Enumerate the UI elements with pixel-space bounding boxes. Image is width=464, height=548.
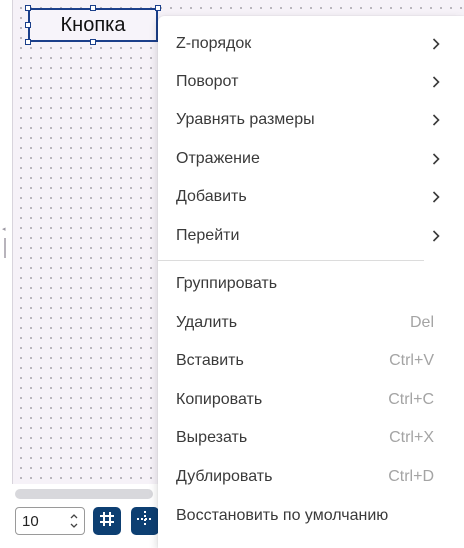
menu-item-label: Z-порядок	[176, 35, 252, 52]
menu-item-shortcut: Ctrl+C	[388, 391, 434, 408]
menu-item-go-to[interactable]: Перейти	[158, 217, 464, 255]
canvas-button-widget[interactable]: Кнопка	[28, 8, 158, 42]
chevron-right-icon	[432, 38, 440, 50]
menu-item-label: Группировать	[176, 275, 278, 292]
menu-item-rotate[interactable]: Поворот	[158, 63, 464, 101]
chevron-right-icon	[432, 76, 440, 88]
menu-item-shortcut: Ctrl+D	[388, 468, 434, 485]
menu-item-mirror[interactable]: Отражение	[158, 140, 464, 178]
panel-collapse-handle[interactable]: ◂	[2, 226, 8, 260]
chevron-right-icon	[432, 191, 440, 203]
snap-crosshair-icon	[136, 510, 154, 533]
menu-item-label: Отражение	[176, 150, 260, 167]
resize-handle-bottom-left[interactable]	[25, 39, 31, 45]
menu-item-group[interactable]: Группировать	[158, 265, 464, 303]
menu-item-label: Поворот	[176, 73, 239, 90]
context-menu: Z-порядок Поворот Уравнять размеры Отраж…	[158, 16, 464, 548]
menu-item-delete[interactable]: Удалить Del	[158, 304, 464, 342]
canvas-button-label: Кнопка	[60, 13, 126, 36]
resize-handle-top-left[interactable]	[25, 5, 31, 11]
menu-item-paste[interactable]: Вставить Ctrl+V	[158, 342, 464, 380]
grid-toggle-button[interactable]	[93, 507, 121, 535]
resize-handle-top-right[interactable]	[155, 5, 161, 11]
stepper-arrows-icon[interactable]	[69, 511, 79, 531]
menu-item-z-order[interactable]: Z-порядок	[158, 25, 464, 63]
menu-item-shortcut: Ctrl+X	[389, 429, 434, 446]
menu-item-label: Копировать	[176, 391, 263, 408]
chevron-right-icon	[432, 230, 440, 242]
snap-toggle-button[interactable]	[131, 507, 159, 535]
menu-item-restore-defaults[interactable]: Восстановить по умолчанию	[158, 497, 464, 535]
menu-separator	[158, 260, 424, 261]
chevron-right-icon	[432, 114, 440, 126]
grid-size-value: 10	[22, 513, 39, 530]
menu-item-add[interactable]: Добавить	[158, 178, 464, 216]
menu-item-shortcut: Del	[409, 314, 434, 331]
menu-item-label: Дублировать	[176, 468, 273, 485]
menu-item-shortcut: Ctrl+V	[389, 352, 434, 369]
splitter-grip	[4, 238, 6, 258]
grid-icon	[98, 510, 116, 533]
menu-item-equalize-sizes[interactable]: Уравнять размеры	[158, 101, 464, 139]
menu-item-duplicate[interactable]: Дублировать Ctrl+D	[158, 458, 464, 496]
menu-item-label: Перейти	[176, 227, 240, 244]
chevron-right-icon	[432, 153, 440, 165]
resize-handle-bottom-center[interactable]	[90, 39, 96, 45]
menu-item-label: Вырезать	[176, 429, 248, 446]
chevron-left-icon: ◂	[2, 225, 6, 233]
resize-handle-middle-left[interactable]	[25, 22, 31, 28]
horizontal-scrollbar[interactable]	[15, 489, 153, 499]
menu-item-label: Удалить	[176, 314, 238, 331]
resize-handle-top-center[interactable]	[90, 5, 96, 11]
menu-item-label: Добавить	[176, 188, 247, 205]
menu-item-label: Вставить	[176, 352, 244, 369]
grid-size-stepper[interactable]: 10	[15, 507, 85, 535]
menu-item-label: Уравнять размеры	[176, 111, 315, 128]
menu-item-copy[interactable]: Копировать Ctrl+C	[158, 381, 464, 419]
menu-item-cut[interactable]: Вырезать Ctrl+X	[158, 419, 464, 457]
menu-item-label: Восстановить по умолчанию	[176, 507, 389, 524]
